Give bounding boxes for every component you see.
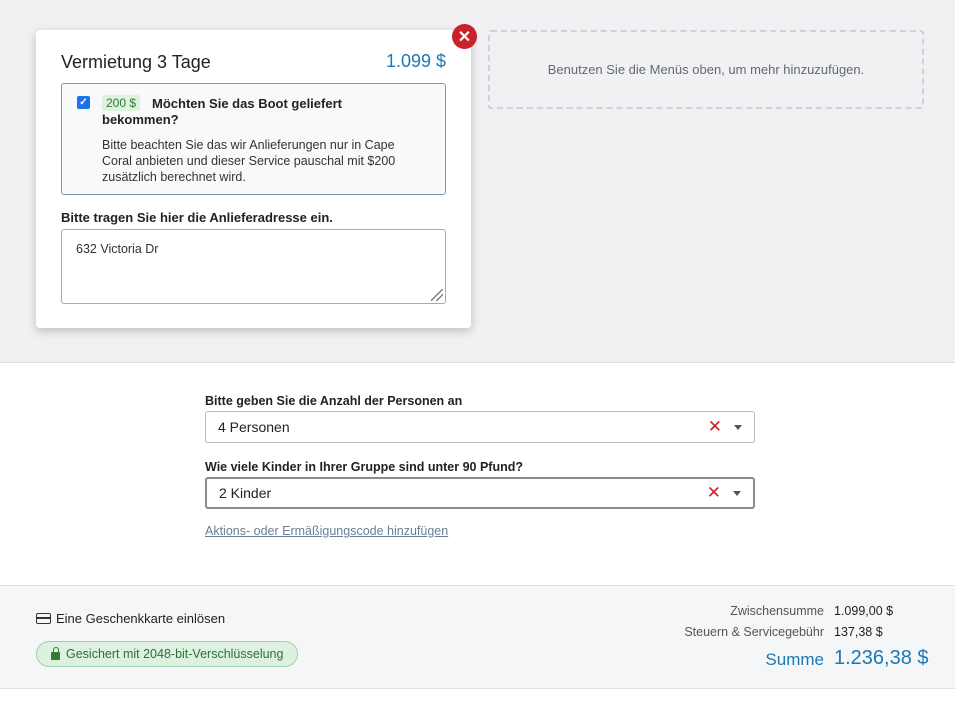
clear-icon[interactable]: ✕ <box>708 417 722 437</box>
persons-label: Bitte geben Sie die Anzahl der Personen … <box>205 394 463 408</box>
credit-card-icon <box>36 613 51 624</box>
children-label: Wie viele Kinder in Ihrer Gruppe sind un… <box>205 460 523 474</box>
delivery-question: Möchten Sie das Boot geliefert bekommen? <box>102 96 342 127</box>
rental-title: Vermietung 3 Tage <box>61 52 211 72</box>
subtotal-value: 1.099,00 $ <box>834 604 894 618</box>
hint-text: Benutzen Sie die Menüs oben, um mehr hin… <box>547 62 865 77</box>
gift-card-label: Eine Geschenkkarte einlösen <box>56 611 226 626</box>
remove-item-button[interactable]: ✕ <box>452 24 477 49</box>
rental-item-card: Vermietung 3 Tage 1.099 $ ✓ Möchten Sie … <box>36 30 471 328</box>
delivery-note: Bitte beachten Sie das wir Anlieferungen… <box>102 138 396 184</box>
subtotal-label: Zwischensumme <box>730 604 824 618</box>
total-label: Summe <box>765 650 824 669</box>
top-area: Vermietung 3 Tage 1.099 $ ✓ Möchten Sie … <box>0 0 955 363</box>
chevron-down-icon[interactable] <box>734 425 742 430</box>
chevron-down-icon[interactable] <box>733 491 741 496</box>
address-textarea[interactable]: 632 Victoria Dr <box>61 229 446 304</box>
address-label: Bitte tragen Sie hier die Anlieferadress… <box>61 210 333 225</box>
gift-card-link[interactable]: Eine Geschenkkarte einlösen <box>36 611 225 626</box>
secure-badge: Gesichert mit 2048-bit-Verschlüsselung <box>36 641 299 667</box>
tax-label: Steuern & Servicegebühr <box>684 625 824 639</box>
persons-select[interactable]: 4 Personen ✕ <box>205 411 755 443</box>
address-value: 632 Victoria Dr <box>76 242 159 256</box>
total-value: 1.236,38 $ <box>834 647 929 669</box>
lock-icon <box>51 646 60 660</box>
children-select[interactable]: 2 Kinder ✕ <box>205 477 755 509</box>
tax-value: 137,38 $ <box>834 625 883 639</box>
checkout-footer: Eine Geschenkkarte einlösen Gesichert mi… <box>0 585 955 689</box>
add-more-hint: Benutzen Sie die Menüs oben, um mehr hin… <box>488 30 924 109</box>
persons-value: 4 Personen <box>218 419 290 435</box>
rental-price: 1.099 $ <box>385 51 446 71</box>
clear-icon[interactable]: ✕ <box>707 483 721 503</box>
resize-handle[interactable] <box>431 289 443 301</box>
delivery-option[interactable]: ✓ Möchten Sie das Boot geliefert bekomme… <box>61 83 446 195</box>
delivery-checkbox[interactable]: ✓ <box>77 96 90 109</box>
close-icon: ✕ <box>457 28 472 46</box>
children-value: 2 Kinder <box>219 485 272 501</box>
promo-code-link[interactable]: Aktions- oder Ermäßigungscode hinzufügen <box>205 524 448 538</box>
secure-text: Gesichert mit 2048-bit-Verschlüsselung <box>66 647 284 661</box>
delivery-price-badge: 200 $ <box>102 95 141 111</box>
